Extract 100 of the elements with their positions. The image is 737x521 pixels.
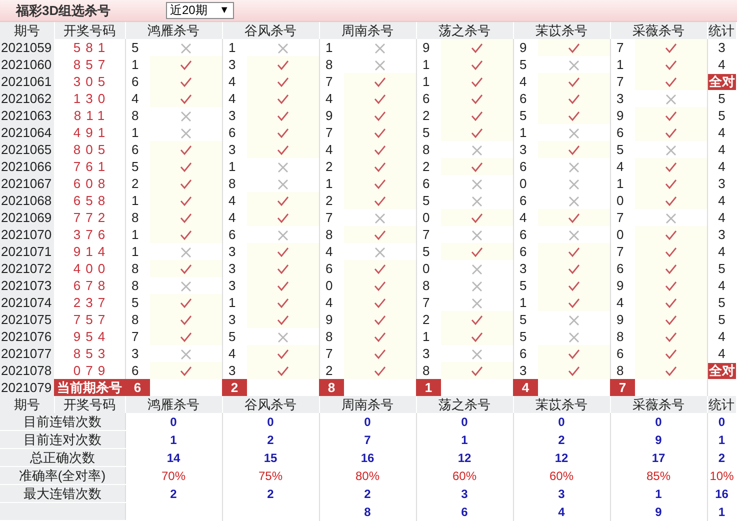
kill-number: 5: [513, 328, 538, 345]
summary-value: 3: [416, 484, 513, 502]
summary-value: 85%: [610, 466, 707, 484]
summary-value: 1: [416, 430, 513, 448]
draw-number: 130: [54, 90, 125, 107]
kill-number: 5: [125, 39, 150, 56]
period-cell: 2021071: [0, 243, 54, 260]
draw-number: 237: [54, 294, 125, 311]
column-header: 鸿雁杀号: [125, 396, 222, 413]
draw-number: 581: [54, 39, 125, 56]
summary-value: 6: [416, 502, 513, 520]
draw-number: 658: [54, 192, 125, 209]
draw-number: 853: [54, 345, 125, 362]
stat-count: 4: [718, 142, 726, 156]
summary-value: 17: [610, 448, 707, 466]
summary-value: 80%: [319, 466, 416, 484]
kill-number: 1: [125, 243, 150, 260]
summary-value: 0: [319, 413, 416, 430]
summary-value: 12: [416, 448, 513, 466]
summary-value: 1: [707, 430, 736, 448]
period-cell: 2021068: [0, 192, 54, 209]
summary-value: 0: [416, 413, 513, 430]
draw-number: 857: [54, 56, 125, 73]
current-kill-label: 当前期杀号: [54, 379, 125, 396]
summary-value: 14: [125, 448, 222, 466]
column-header: 周南杀号: [319, 396, 416, 413]
range-dropdown[interactable]: 近20期 ▼: [166, 2, 234, 19]
summary-value: 10%: [707, 466, 736, 484]
summary-value: 12: [513, 448, 610, 466]
stat-count: 4: [718, 210, 726, 224]
stat-count: 3: [718, 176, 726, 190]
kill-number: 8: [125, 107, 150, 124]
period-cell: 2021075: [0, 311, 54, 328]
kill-number: 5: [416, 192, 441, 209]
page-title: 福彩3D组选杀号: [16, 2, 112, 20]
summary-value: 60%: [416, 466, 513, 484]
current-kill-number: 6: [125, 379, 150, 396]
current-kill-number: 4: [513, 379, 538, 396]
summary-value: 0: [513, 413, 610, 430]
summary-value: 3: [513, 484, 610, 502]
kill-number: 5: [222, 328, 247, 345]
period-cell: 2021064: [0, 124, 54, 141]
summary-value: 2: [707, 448, 736, 466]
current-kill-number: 7: [610, 379, 635, 396]
summary-label: 总正确次数: [0, 448, 125, 466]
period-cell: 2021074: [0, 294, 54, 311]
period-cell: 2021070: [0, 226, 54, 243]
column-header: 采薇杀号: [610, 396, 707, 413]
column-header: 茉苡杀号: [513, 396, 610, 413]
draw-number: 608: [54, 175, 125, 192]
kill-number: 7: [610, 209, 635, 226]
stat-count: 5: [718, 260, 726, 276]
summary-value: 8: [319, 502, 416, 520]
draw-number: 761: [54, 158, 125, 175]
stat-count: 4: [718, 328, 726, 344]
draw-number: 678: [54, 277, 125, 294]
stat-count: 3: [718, 226, 726, 242]
draw-number: 772: [54, 209, 125, 226]
period-cell: 2021077: [0, 345, 54, 362]
kill-number: 3: [125, 345, 150, 362]
kill-number: 7: [416, 226, 441, 243]
kill-number: 6: [513, 158, 538, 175]
summary-label: 准确率(全对率): [0, 466, 125, 484]
stat-count: 5: [718, 108, 726, 122]
stat-count: 4: [718, 244, 726, 258]
summary-value: 2: [222, 484, 319, 502]
summary-value: 1: [125, 430, 222, 448]
summary-value: 1: [707, 502, 736, 520]
summary-value: 9: [610, 430, 707, 448]
summary-value: 1: [610, 484, 707, 502]
column-header: 荡之杀号: [416, 396, 513, 413]
period-cell: 2021066: [0, 158, 54, 175]
kill-number: 7: [319, 209, 344, 226]
stat-count: 4: [718, 192, 726, 208]
stat-count: 4: [718, 346, 726, 360]
draw-number: 914: [54, 243, 125, 260]
draw-number: 954: [54, 328, 125, 345]
current-kill-number: 8: [319, 379, 344, 396]
kill-number: 1: [222, 158, 247, 175]
period-cell: 2021065: [0, 141, 54, 158]
kill-number: 5: [513, 311, 538, 328]
column-header: 统计: [707, 22, 736, 39]
draw-number: 305: [54, 73, 125, 90]
period-cell: 2021078: [0, 362, 54, 379]
kill-number: 8: [125, 277, 150, 294]
draw-number: 079: [54, 362, 125, 379]
kill-number: 0: [513, 175, 538, 192]
stat-count: 4: [718, 124, 726, 140]
period-cell: 2021069: [0, 209, 54, 226]
period-cell: 2021059: [0, 39, 54, 56]
kill-number: 1: [125, 124, 150, 141]
column-header: 统计: [707, 396, 736, 413]
summary-value: 16: [707, 484, 736, 502]
summary-value: 0: [707, 413, 736, 430]
column-header: 周南杀号: [319, 22, 416, 39]
column-header: 开奖号码: [54, 396, 125, 413]
kill-number: 5: [610, 141, 635, 158]
draw-number: 400: [54, 260, 125, 277]
kill-number: 6: [416, 175, 441, 192]
summary-value: 15: [222, 448, 319, 466]
